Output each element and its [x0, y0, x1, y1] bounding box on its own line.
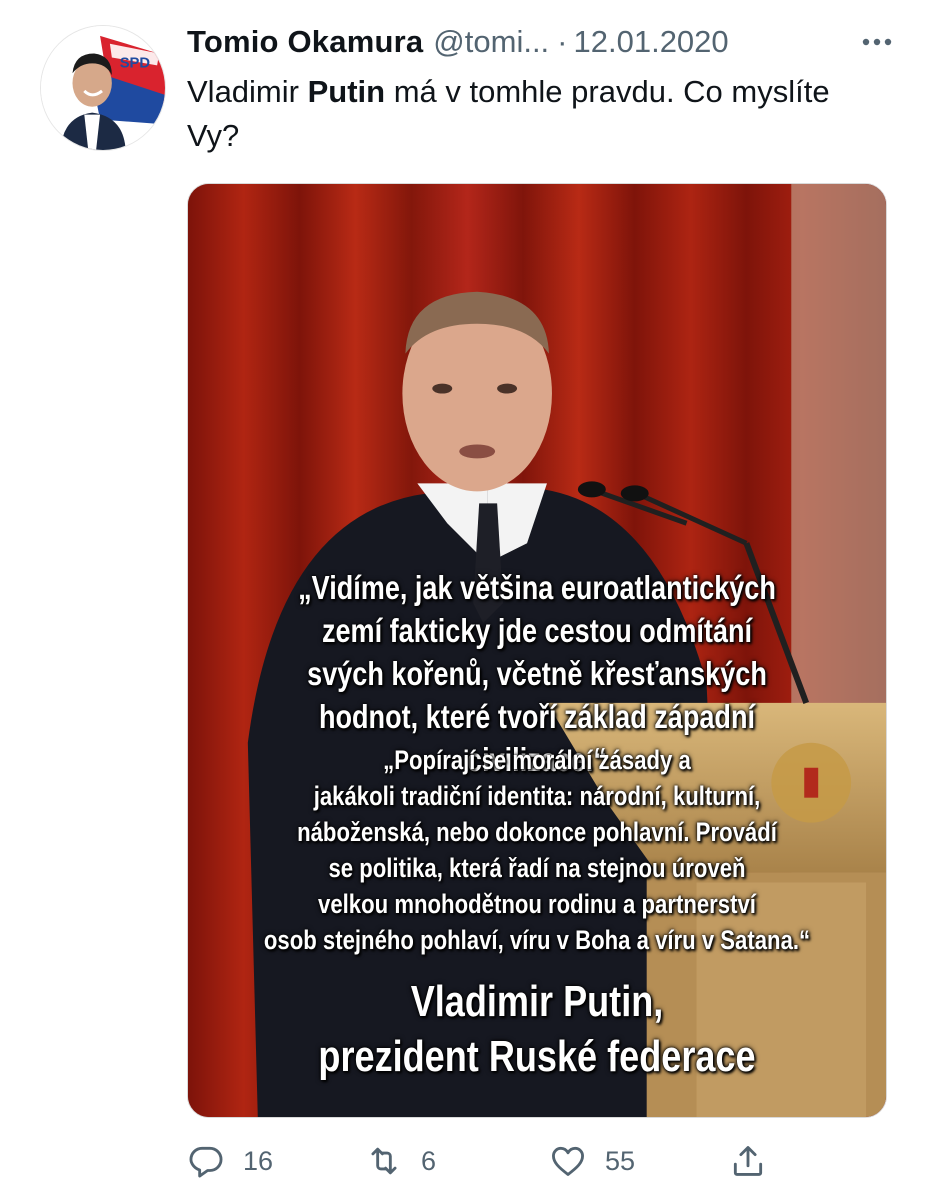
quote-2-line: se politika, která řadí na stejnou úrove…: [328, 853, 746, 883]
quote-2-line: jakákoli tradiční identita: národní, kul…: [313, 781, 761, 811]
share-icon: [733, 1146, 763, 1176]
quote-2: „Popírají se morální zásady a jakákoli t…: [251, 742, 823, 958]
quote-1-line: zemí fakticky jde cestou odmítání: [321, 612, 753, 649]
quote-2-line: velkou mnohodětnou rodinu a partnerství: [318, 889, 756, 919]
avatar-badge: SPD: [120, 55, 151, 71]
tweet-card: SPD Tomio Okamura @tomi... · 12.01.2020 …: [0, 0, 928, 1200]
author-handle[interactable]: @tomi...: [433, 24, 549, 60]
avatar-image: SPD: [41, 26, 165, 150]
author-name[interactable]: Tomio Okamura: [187, 24, 423, 60]
heart-icon: [552, 1146, 584, 1176]
retweet-button[interactable]: 6: [365, 1137, 436, 1185]
reply-icon: [189, 1146, 223, 1178]
quote-1-line: „Vidíme, jak většina euroatlantických: [298, 569, 776, 606]
tweet-header: Tomio Okamura @tomi... · 12.01.2020: [187, 20, 897, 64]
retweet-icon: [371, 1147, 397, 1175]
separator: ·: [557, 24, 568, 59]
quote-signature: Vladimir Putin, prezident Ruské federace: [251, 974, 823, 1084]
quote-2-line: osob stejného pohlaví, víru v Boha a vír…: [263, 925, 811, 955]
like-button[interactable]: 55: [549, 1137, 635, 1185]
quote-2-line: „Popírají se morální zásady a: [383, 745, 691, 775]
tweet-text-bold: Putin: [307, 74, 386, 109]
tweet-text: Vladimir Putin má v tomhle pravdu. Co my…: [187, 70, 877, 158]
tweet-date[interactable]: 12.01.2020: [574, 24, 729, 60]
tweet-image[interactable]: „Vidíme, jak většina euroatlantických ze…: [187, 183, 887, 1118]
signature-line: prezident Ruské federace: [318, 1032, 756, 1081]
more-icon[interactable]: [857, 24, 897, 60]
quote-1-line: svých kořenů, včetně křesťanských: [307, 655, 767, 692]
tweet-text-part: Vladimir: [187, 74, 308, 109]
action-bar: 16 6 55: [187, 1137, 887, 1185]
avatar[interactable]: SPD: [40, 25, 166, 151]
share-button[interactable]: [729, 1137, 767, 1185]
quote-2-line: náboženská, nebo dokonce pohlavní. Prová…: [297, 817, 777, 847]
like-count: 55: [605, 1145, 636, 1176]
reply-button[interactable]: 16: [187, 1137, 273, 1185]
retweet-count: 6: [421, 1145, 437, 1176]
signature-line: Vladimir Putin,: [410, 977, 664, 1026]
reply-count: 16: [243, 1145, 274, 1176]
